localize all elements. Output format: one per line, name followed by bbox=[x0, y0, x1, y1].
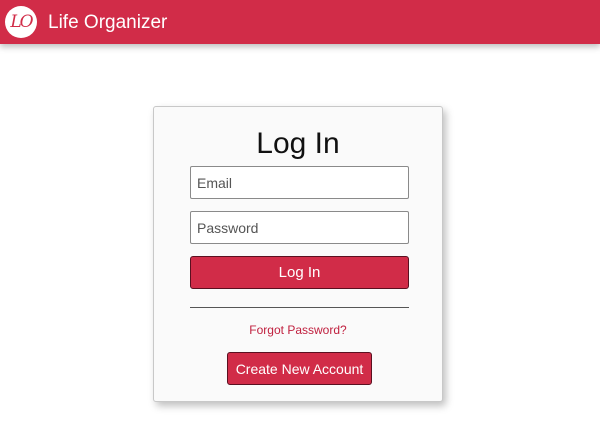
app-title: Life Organizer bbox=[48, 11, 168, 33]
divider bbox=[190, 307, 409, 308]
app-bar: LO Life Organizer bbox=[0, 0, 600, 44]
login-card: Log In Log In Forgot Password? Create Ne… bbox=[153, 106, 443, 402]
logo-text: LO bbox=[10, 11, 33, 32]
create-account-button[interactable]: Create New Account bbox=[227, 352, 372, 385]
forgot-password-link[interactable]: Forgot Password? bbox=[154, 323, 442, 337]
login-title: Log In bbox=[256, 127, 340, 160]
login-button[interactable]: Log In bbox=[190, 256, 409, 289]
life-organizer-logo-icon[interactable]: LO bbox=[5, 6, 37, 38]
password-input[interactable] bbox=[190, 211, 409, 244]
email-input[interactable] bbox=[190, 166, 409, 199]
